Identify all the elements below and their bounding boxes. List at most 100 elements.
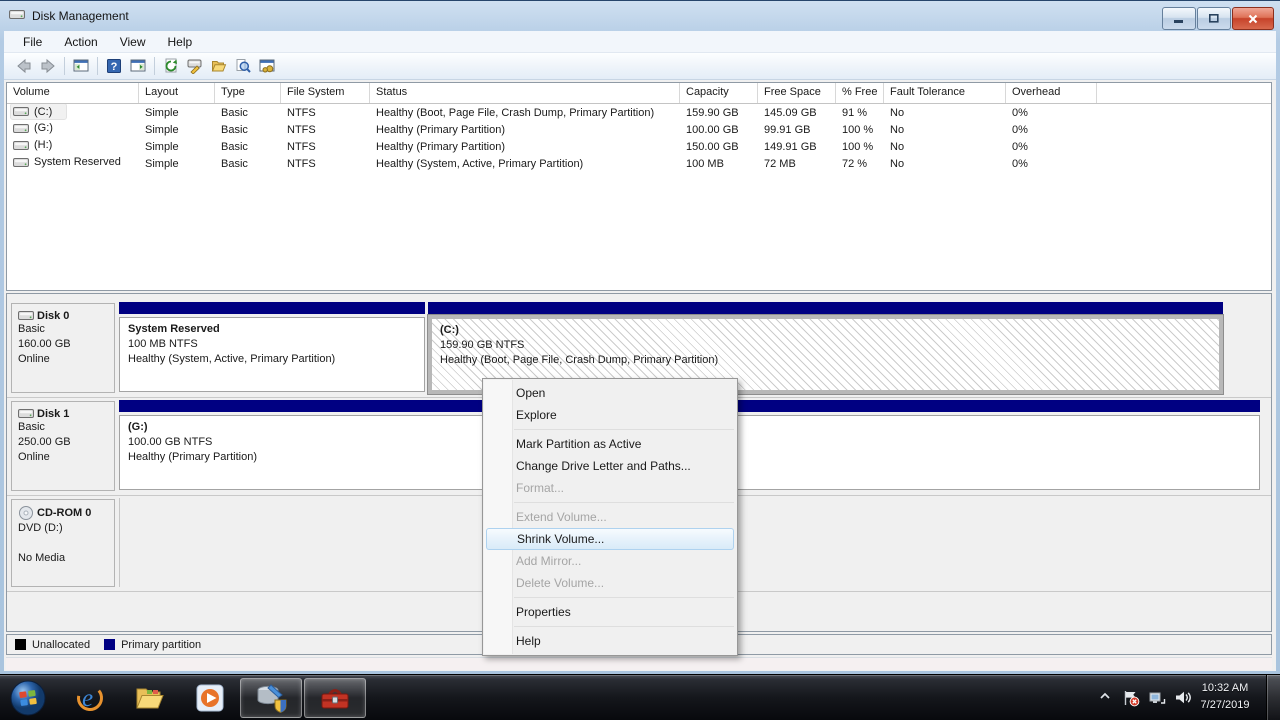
column-header-volume[interactable]: Volume xyxy=(7,83,139,103)
menu-item-properties[interactable]: Properties xyxy=(483,601,737,623)
column-header-free-space[interactable]: Free Space xyxy=(758,83,836,103)
console-tree-icon xyxy=(73,58,89,74)
start-orb-icon xyxy=(9,679,47,717)
volume-row-system-reserved[interactable]: System Reserved Simple Basic NTFS Health… xyxy=(7,155,1271,172)
volume-pct-free: 100 % xyxy=(836,124,884,136)
column-header-pct-free[interactable]: % Free xyxy=(836,83,884,103)
menu-action[interactable]: Action xyxy=(53,33,108,51)
media-player-button[interactable] xyxy=(190,678,230,718)
network-tray-icon[interactable] xyxy=(1148,689,1166,712)
context-menu: Open Explore Mark Partition as Active Ch… xyxy=(482,378,738,656)
forward-button[interactable] xyxy=(36,55,60,77)
volume-type: Basic xyxy=(215,107,281,119)
menu-help[interactable]: Help xyxy=(157,33,204,51)
close-button[interactable] xyxy=(1232,7,1274,30)
column-header-overhead[interactable]: Overhead xyxy=(1006,83,1097,103)
maximize-button[interactable] xyxy=(1197,7,1231,30)
partition-label: System Reserved xyxy=(128,322,424,337)
find-button[interactable] xyxy=(231,55,255,77)
volume-layout: Simple xyxy=(139,141,215,153)
disk-kind: Basic xyxy=(18,322,114,337)
partition-size: 100 MB NTFS xyxy=(128,337,424,352)
column-header-layout[interactable]: Layout xyxy=(139,83,215,103)
volume-row-h[interactable]: (H:) Simple Basic NTFS Healthy (Primary … xyxy=(7,138,1271,155)
refresh-button[interactable] xyxy=(159,55,183,77)
show-console-tree-button[interactable] xyxy=(69,55,93,77)
action-center-tray-icon[interactable] xyxy=(1122,689,1140,712)
toolbar-separator xyxy=(97,57,98,75)
internet-explorer-button[interactable]: e xyxy=(70,678,110,718)
menu-file[interactable]: File xyxy=(12,33,53,51)
back-button[interactable] xyxy=(12,55,36,77)
close-icon xyxy=(1246,13,1260,25)
volume-free: 145.09 GB xyxy=(758,107,836,119)
maximize-icon xyxy=(1207,13,1221,24)
show-hidden-icons-button[interactable] xyxy=(1098,689,1112,708)
show-action-pane-button[interactable] xyxy=(126,55,150,77)
volume-fs: NTFS xyxy=(281,141,370,153)
volume-free: 149.91 GB xyxy=(758,141,836,153)
menu-bar: File Action View Help xyxy=(4,31,1276,53)
options-button[interactable] xyxy=(255,55,279,77)
disk1-header[interactable]: Disk 1 Basic 250.00 GB Online xyxy=(11,401,115,491)
volume-capacity: 100 MB xyxy=(680,158,758,170)
minimize-button[interactable] xyxy=(1162,7,1196,30)
partition-color-band xyxy=(119,302,425,314)
forward-arrow-icon xyxy=(40,58,56,74)
toolbox-taskbar-button[interactable] xyxy=(304,678,366,718)
menu-view[interactable]: View xyxy=(109,33,157,51)
clock-time: 10:32 AM xyxy=(1190,680,1260,697)
taskbar-highlight xyxy=(0,675,1280,676)
column-header-type[interactable]: Type xyxy=(215,83,281,103)
open-button[interactable] xyxy=(207,55,231,77)
internet-explorer-icon: e xyxy=(74,682,106,714)
chevron-up-icon xyxy=(1098,689,1112,703)
folder-icon xyxy=(134,682,166,714)
menu-item-open[interactable]: Open xyxy=(483,382,737,404)
volume-overhead: 0% xyxy=(1006,141,1097,153)
rescan-disks-icon xyxy=(187,58,203,74)
volume-free: 99.91 GB xyxy=(758,124,836,136)
show-desktop-button[interactable] xyxy=(1266,675,1280,720)
volume-pct-free: 72 % xyxy=(836,158,884,170)
network-icon xyxy=(1148,689,1166,707)
column-header-file-system[interactable]: File System xyxy=(281,83,370,103)
volume-status: Healthy (System, Active, Primary Partiti… xyxy=(370,158,680,170)
column-header-fault-tolerance[interactable]: Fault Tolerance xyxy=(884,83,1006,103)
refresh-icon xyxy=(163,58,179,74)
help-icon: ? xyxy=(106,58,122,74)
column-header-filler xyxy=(1097,83,1271,103)
disk-name: Disk 1 xyxy=(37,408,69,420)
menu-item-shrink-volume[interactable]: Shrink Volume... xyxy=(486,528,734,550)
menu-item-change-drive-letter[interactable]: Change Drive Letter and Paths... xyxy=(483,455,737,477)
titlebar[interactable]: Disk Management xyxy=(0,1,1280,31)
cdrom-header[interactable]: CD-ROM 0 DVD (D:) No Media xyxy=(11,499,115,587)
disk-state: No Media xyxy=(18,551,114,566)
disk-management-taskbar-button[interactable] xyxy=(240,678,302,718)
windows-explorer-button[interactable] xyxy=(130,678,170,718)
volume-fault: No xyxy=(884,158,1006,170)
volume-fault: No xyxy=(884,124,1006,136)
partition-system-reserved[interactable]: System Reserved 100 MB NTFS Healthy (Sys… xyxy=(119,302,425,394)
window-bottom-strip xyxy=(6,657,1272,670)
rescan-disks-button[interactable] xyxy=(183,55,207,77)
menu-item-help[interactable]: Help xyxy=(483,630,737,652)
volume-name: System Reserved xyxy=(34,156,121,168)
volume-type: Basic xyxy=(215,158,281,170)
start-button[interactable] xyxy=(8,678,48,718)
partition-status: Healthy (System, Active, Primary Partiti… xyxy=(128,352,424,367)
toolbox-icon xyxy=(318,682,352,714)
menu-item-explore[interactable]: Explore xyxy=(483,404,737,426)
disk0-header[interactable]: Disk 0 Basic 160.00 GB Online xyxy=(11,303,115,393)
disk-state: Online xyxy=(18,450,114,465)
taskbar-clock[interactable]: 10:32 AM 7/27/2019 xyxy=(1190,680,1260,714)
menu-item-format: Format... xyxy=(483,477,737,499)
volume-row-c[interactable]: (C:) Simple Basic NTFS Healthy (Boot, Pa… xyxy=(7,104,1271,121)
volume-overhead: 0% xyxy=(1006,124,1097,136)
menu-item-mark-partition-active[interactable]: Mark Partition as Active xyxy=(483,433,737,455)
volume-row-g[interactable]: (G:) Simple Basic NTFS Healthy (Primary … xyxy=(7,121,1271,138)
column-header-status[interactable]: Status xyxy=(370,83,680,103)
column-header-capacity[interactable]: Capacity xyxy=(680,83,758,103)
help-button[interactable]: ? xyxy=(102,55,126,77)
volume-icon xyxy=(13,139,29,152)
